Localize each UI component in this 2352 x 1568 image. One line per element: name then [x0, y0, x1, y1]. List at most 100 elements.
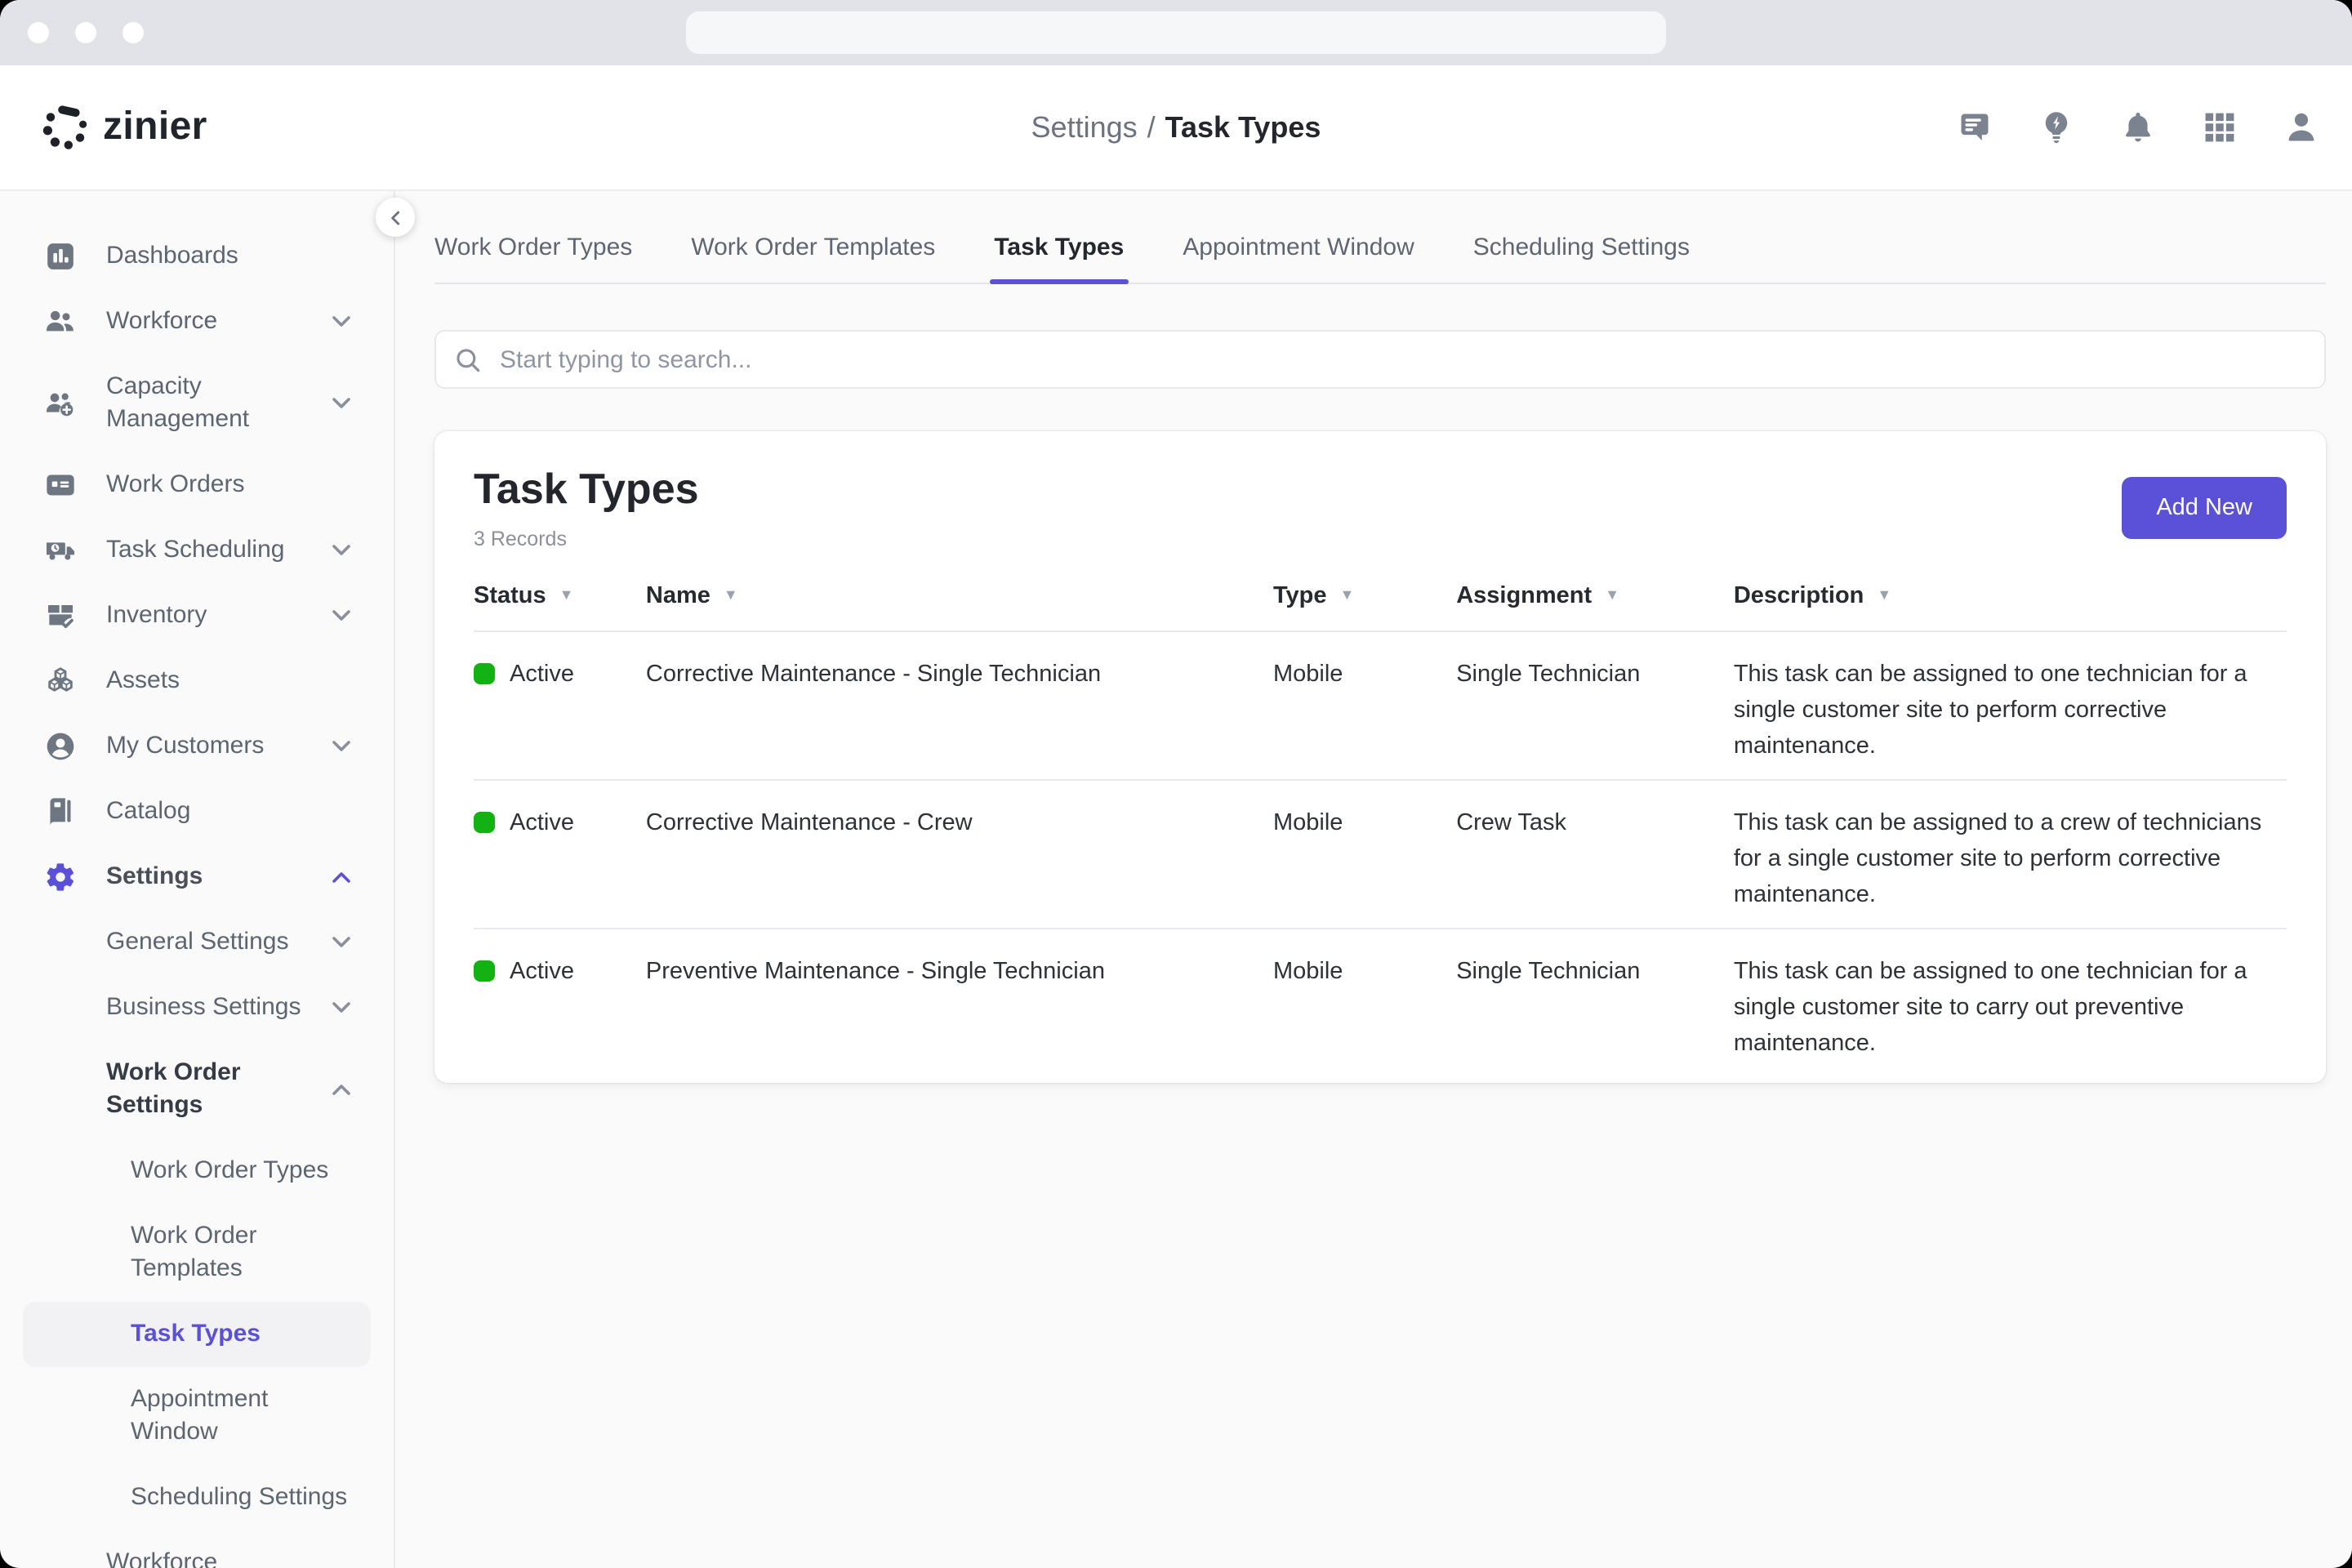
sidebar-item-capacity-management[interactable]: Capacity Management	[23, 354, 371, 452]
chevron-down-icon	[332, 609, 351, 622]
sidebar-item-label: Task Types	[131, 1318, 261, 1351]
chevron-left-icon	[385, 207, 406, 228]
sidebar-item-label: Inventory	[106, 599, 207, 632]
sidebar-item-label: Assets	[106, 665, 180, 697]
sidebar-item-label: Work Order Settings	[106, 1057, 289, 1122]
table-header-row: Status▼ Name▼ Type▼ Assignment▼ Descript…	[474, 567, 2287, 631]
task-type-name: Corrective Maintenance - Crew	[646, 780, 1273, 929]
column-header-assignment[interactable]: Assignment▼	[1456, 567, 1734, 631]
sidebar-item-assets[interactable]: Assets	[23, 648, 371, 714]
sidebar-item-label: Work Orders	[106, 469, 244, 501]
tab-appointment-window[interactable]: Appointment Window	[1183, 234, 1414, 283]
sidebar-item-settings[interactable]: Settings	[23, 844, 371, 910]
sidebar-item-label: Workforce Settings	[106, 1547, 289, 1568]
sidebar-item-workforce-settings[interactable]: Workforce Settings	[23, 1530, 371, 1568]
sidebar-item-work-order-types[interactable]: Work Order Types	[23, 1138, 371, 1204]
notifications-icon[interactable]	[2120, 109, 2156, 145]
my-customers-icon	[44, 730, 77, 763]
zinier-logo[interactable]: zinier	[41, 103, 207, 152]
sidebar-item-label: Scheduling Settings	[131, 1481, 347, 1514]
chevron-down-icon	[332, 315, 351, 328]
catalog-icon	[44, 795, 77, 828]
chevron-up-icon	[332, 1083, 351, 1096]
sidebar-item-work-order-templates[interactable]: Work Order Templates	[23, 1204, 371, 1302]
task-types-table: Status▼ Name▼ Type▼ Assignment▼ Descript…	[474, 567, 2287, 1076]
task-type-assignment: Crew Task	[1456, 780, 1734, 929]
sidebar-item-label: Business Settings	[106, 991, 301, 1024]
add-new-button[interactable]: Add New	[2122, 476, 2287, 538]
comment-icon[interactable]	[1957, 109, 1993, 145]
table-row[interactable]: Active Preventive Maintenance - Single T…	[474, 929, 2287, 1076]
chevron-down-icon	[332, 936, 351, 949]
sidebar-item-label: Dashboards	[106, 240, 238, 273]
table-row[interactable]: Active Corrective Maintenance - Single T…	[474, 631, 2287, 780]
sidebar-item-dashboards[interactable]: Dashboards	[23, 224, 371, 289]
sidebar-item-workforce[interactable]: Workforce	[23, 289, 371, 354]
task-type-name: Corrective Maintenance - Single Technici…	[646, 631, 1273, 780]
close-window-button[interactable]	[28, 22, 49, 43]
sidebar-item-task-scheduling[interactable]: Task Scheduling	[23, 518, 371, 583]
sidebar-item-my-customers[interactable]: My Customers	[23, 714, 371, 779]
address-bar[interactable]	[686, 11, 1666, 54]
status-active-indicator	[474, 960, 495, 982]
sidebar-item-business-settings[interactable]: Business Settings	[23, 975, 371, 1040]
sidebar-item-label: Work Order Types	[131, 1155, 328, 1187]
task-type-assignment: Single Technician	[1456, 631, 1734, 780]
sidebar-item-task-types[interactable]: Task Types	[23, 1302, 371, 1367]
screen: zinier Settings / Task Types	[0, 0, 2352, 1568]
sidebar-item-catalog[interactable]: Catalog	[23, 779, 371, 844]
sidebar-item-label: Work Order Templates	[131, 1220, 314, 1285]
header-actions	[1957, 109, 2319, 145]
settings-gear-icon	[44, 861, 77, 893]
lightbulb-icon[interactable]	[2038, 109, 2074, 145]
breadcrumb-parent[interactable]: Settings	[1031, 110, 1138, 143]
sidebar-item-work-orders[interactable]: Work Orders	[23, 452, 371, 518]
brand-name: zinier	[103, 105, 207, 150]
profile-icon[interactable]	[2283, 109, 2319, 145]
content-area: Work Order Types Work Order Templates Ta…	[395, 191, 2352, 1568]
browser-window: zinier Settings / Task Types	[0, 0, 2352, 1568]
apps-grid-icon[interactable]	[2202, 109, 2238, 145]
status-label: Active	[510, 954, 574, 990]
sidebar-item-general-settings[interactable]: General Settings	[23, 910, 371, 975]
tab-bar: Work Order Types Work Order Templates Ta…	[434, 191, 2326, 284]
zoom-window-button[interactable]	[122, 22, 144, 43]
task-type-type: Mobile	[1273, 780, 1456, 929]
task-type-description: This task can be assigned to a crew of t…	[1734, 780, 2287, 929]
record-count: 3 Records	[474, 528, 699, 550]
sort-icon[interactable]: ▼	[724, 586, 738, 603]
sort-icon[interactable]: ▼	[1605, 586, 1619, 603]
column-header-type[interactable]: Type▼	[1273, 567, 1456, 631]
task-type-assignment: Single Technician	[1456, 929, 1734, 1076]
table-row[interactable]: Active Corrective Maintenance - Crew Mob…	[474, 780, 2287, 929]
sidebar-nav: Dashboards Workforce Capacity Management	[0, 191, 395, 1568]
sidebar-item-label: Settings	[106, 861, 203, 893]
column-header-description[interactable]: Description▼	[1734, 567, 2287, 631]
tab-work-order-types[interactable]: Work Order Types	[434, 234, 632, 283]
sidebar-item-work-order-settings[interactable]: Work Order Settings	[23, 1040, 371, 1138]
status-active-indicator	[474, 812, 495, 833]
minimize-window-button[interactable]	[75, 22, 96, 43]
chevron-up-icon	[332, 871, 351, 884]
tab-work-order-templates[interactable]: Work Order Templates	[691, 234, 935, 283]
sidebar-item-label: Task Scheduling	[106, 534, 284, 567]
chevron-down-icon	[332, 740, 351, 753]
sidebar-item-label: Capacity Management	[106, 371, 289, 436]
breadcrumb-separator: /	[1147, 110, 1156, 143]
sort-icon[interactable]: ▼	[1877, 586, 1891, 603]
sidebar-item-scheduling-settings[interactable]: Scheduling Settings	[23, 1465, 371, 1530]
sort-icon[interactable]: ▼	[1340, 586, 1355, 603]
sidebar-collapse-button[interactable]	[376, 198, 415, 237]
search-input[interactable]	[497, 344, 2306, 375]
workforce-icon	[44, 305, 77, 338]
column-header-status[interactable]: Status▼	[474, 567, 646, 631]
column-header-name[interactable]: Name▼	[646, 567, 1273, 631]
sidebar-item-inventory[interactable]: Inventory	[23, 583, 371, 648]
task-types-panel: Task Types 3 Records Add New Status▼ Nam…	[434, 431, 2326, 1083]
sidebar-item-label: Appointment Window	[131, 1383, 314, 1449]
tab-scheduling-settings[interactable]: Scheduling Settings	[1473, 234, 1690, 283]
sidebar-item-appointment-window[interactable]: Appointment Window	[23, 1367, 371, 1465]
tab-task-types[interactable]: Task Types	[994, 234, 1124, 283]
sidebar-item-label: General Settings	[106, 926, 288, 959]
sort-icon[interactable]: ▼	[559, 586, 574, 603]
